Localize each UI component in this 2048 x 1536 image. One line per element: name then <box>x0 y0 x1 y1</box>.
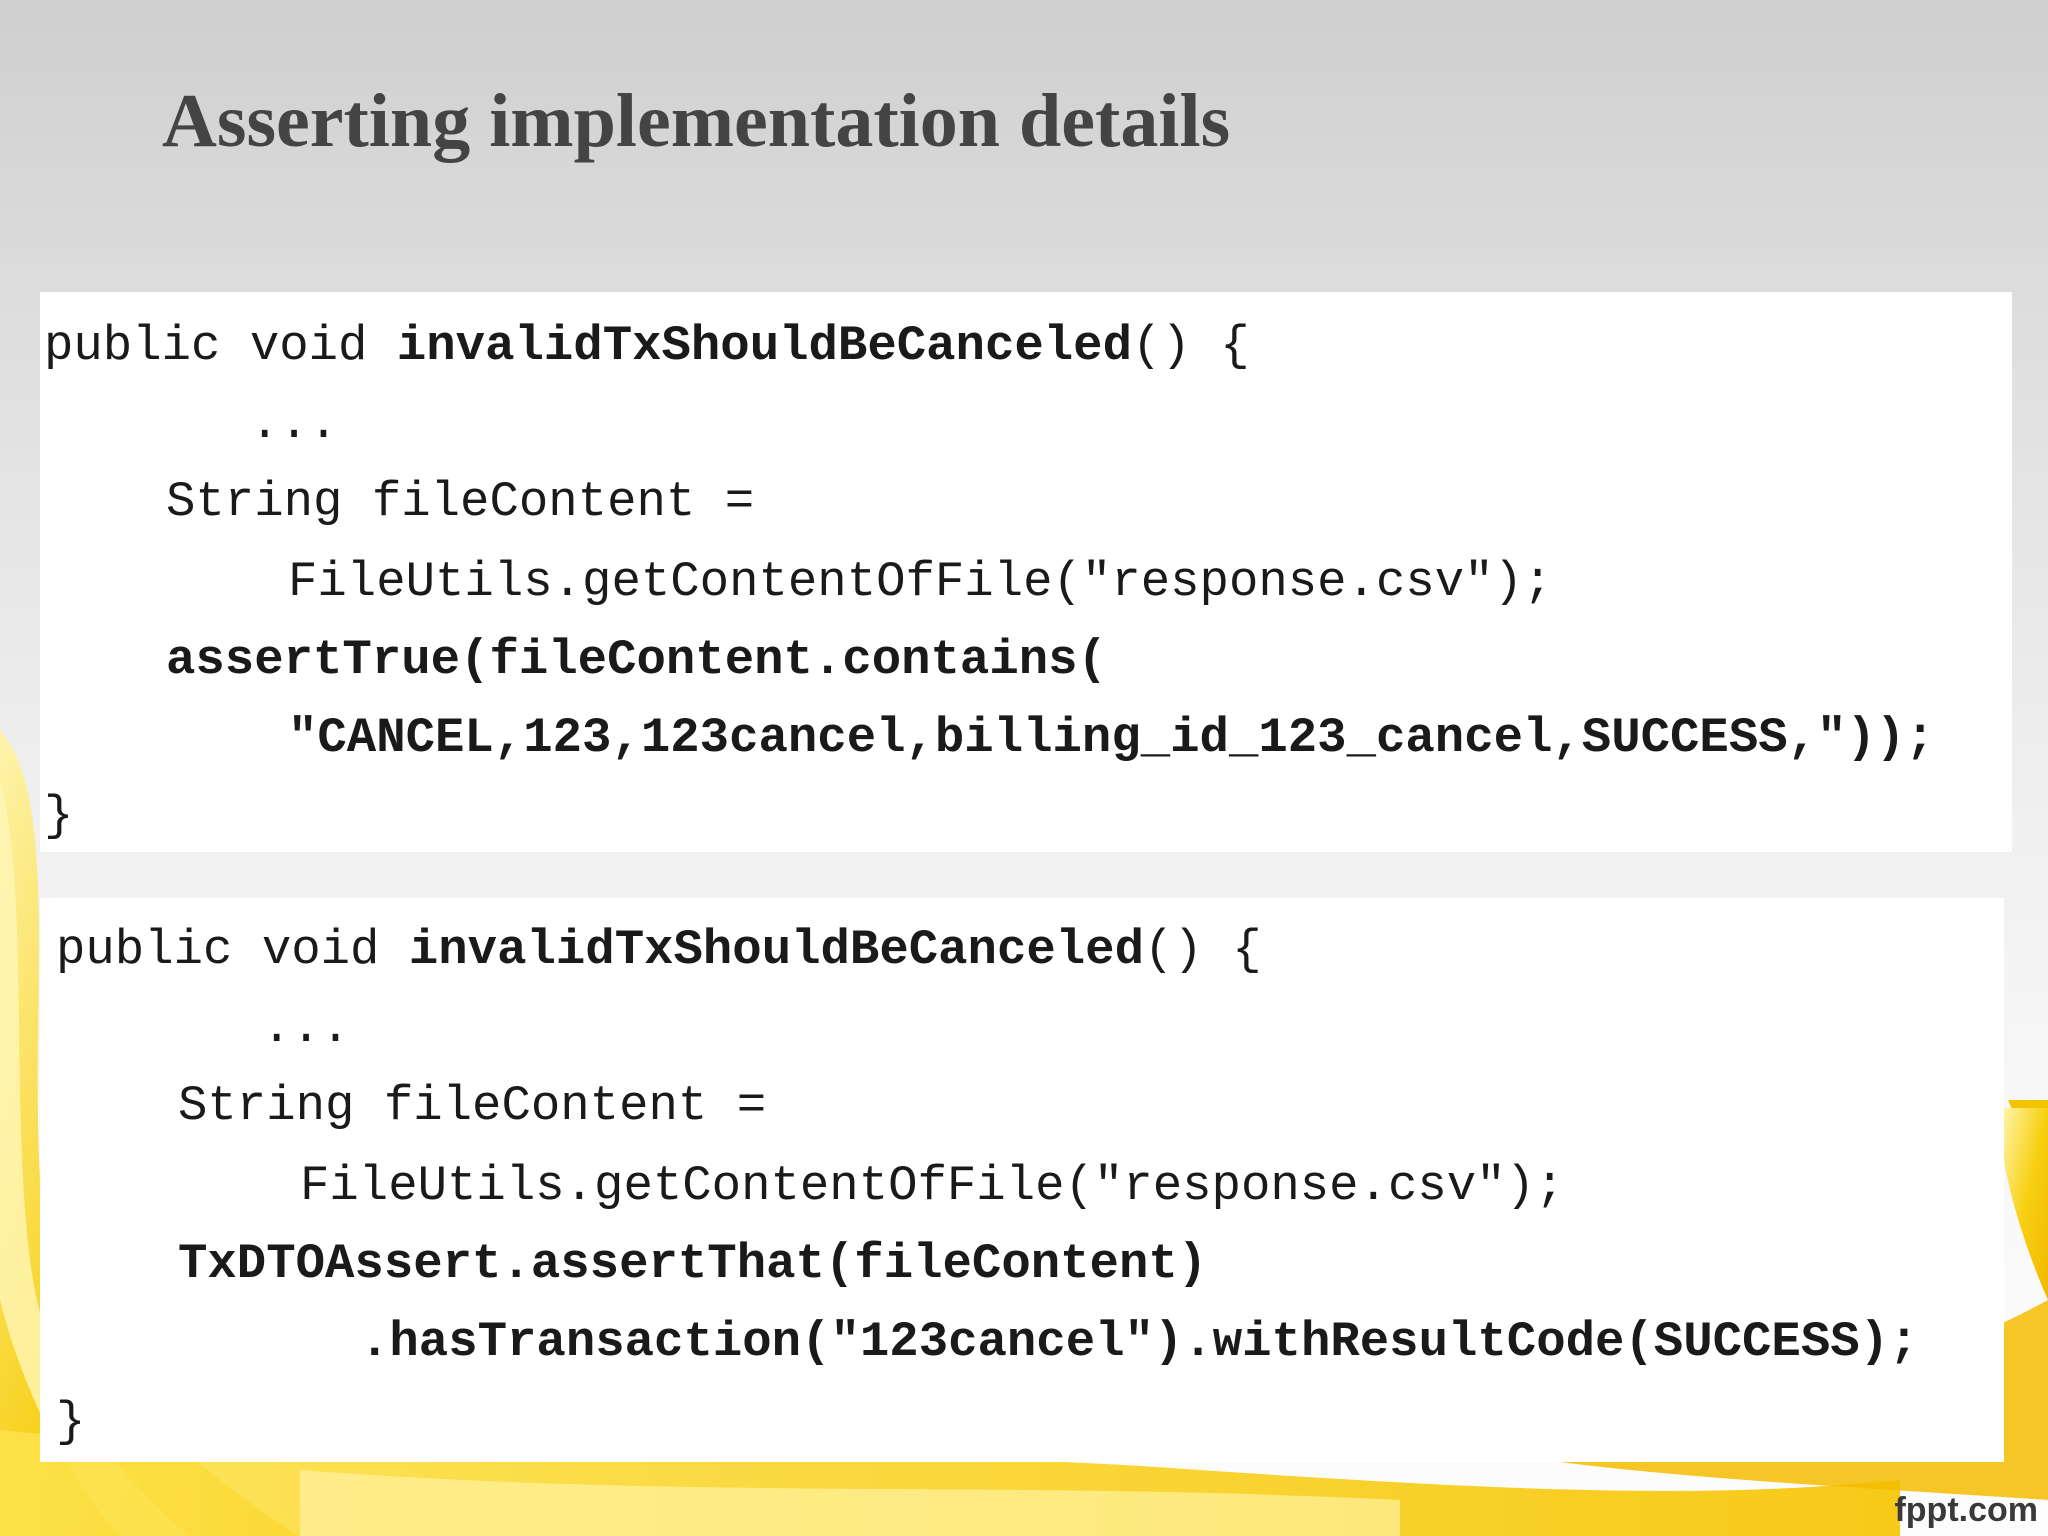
code-line-signature: public void invalidTxShouldBeCanceled() … <box>56 920 1262 980</box>
code-line-assert-arg: "CANCEL,123,123cancel,billing_id_123_can… <box>288 710 1935 766</box>
code-keyword-text: public void <box>56 922 409 978</box>
code-keyword-text: public void <box>44 318 397 374</box>
code-method-name: invalidTxShouldBeCanceled <box>408 922 1144 978</box>
code-line-declaration: String fileContent = <box>178 1078 767 1134</box>
code-line-close-brace: } <box>44 788 74 844</box>
slide-title: Asserting implementation details <box>162 79 1231 163</box>
code-line-file-read: FileUtils.getContentOfFile("response.csv… <box>288 554 1553 610</box>
code-method-name: invalidTxShouldBeCanceled <box>396 318 1132 374</box>
code-line-file-read: FileUtils.getContentOfFile("response.csv… <box>300 1158 1565 1214</box>
code-line-declaration: String fileContent = <box>166 474 755 530</box>
code-line-signature: public void invalidTxShouldBeCanceled() … <box>44 316 1250 376</box>
code-line-ellipsis: ... <box>262 1000 351 1056</box>
code-line-assert: assertTrue(fileContent.contains( <box>166 632 1107 688</box>
code-block-before: public void invalidTxShouldBeCanceled() … <box>40 292 2012 852</box>
code-text: () { <box>1143 922 1262 978</box>
brand-watermark: fppt.com <box>1894 1491 2038 1529</box>
code-line-fluent-chain: .hasTransaction("123cancel").withResultC… <box>360 1314 1919 1370</box>
code-line-close-brace: } <box>56 1394 86 1450</box>
code-line-custom-assert: TxDTOAssert.assertThat(fileContent) <box>178 1236 1208 1292</box>
code-line-ellipsis: ... <box>250 396 339 452</box>
code-block-after: public void invalidTxShouldBeCanceled() … <box>40 898 2004 1462</box>
code-text: () { <box>1131 318 1250 374</box>
